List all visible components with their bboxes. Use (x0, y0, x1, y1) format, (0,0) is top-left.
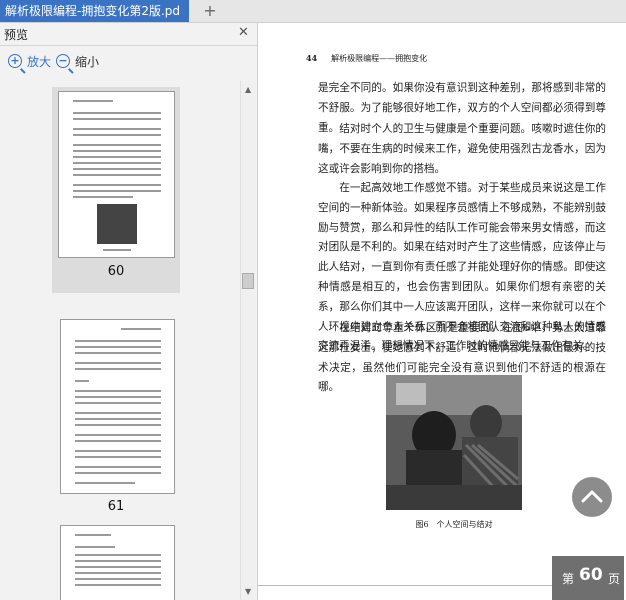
scroll-down-arrow-icon[interactable]: ▼ (245, 587, 251, 596)
body-paragraph: 结对时个人的卫生与健康是个重要问题。咳嗽时遮住你的嘴，不要在生病的时候来工作，避… (318, 123, 606, 175)
thumbnail-text-line (73, 112, 161, 114)
thumbnail-text-line (75, 396, 161, 398)
thumbnail-text-line (73, 134, 161, 136)
zoom-in-label: 放大 (27, 55, 52, 69)
thumbnail-text-line (73, 150, 161, 152)
thumbnail-text-line (73, 168, 161, 170)
thumbnail-text-line (75, 362, 161, 364)
thumbnail-text-line (73, 144, 161, 146)
page-divider (258, 585, 558, 586)
thumbnail-text-line (75, 380, 89, 382)
thumbnail-text-line (75, 466, 161, 468)
close-icon[interactable]: ✕ (238, 25, 249, 40)
document-page: 44 解析极限编程——拥抱变化 是完全不同的。如果你没有意识到这种差别，那将感到非… (258, 23, 626, 600)
preview-panel-header: 预览 ✕ (0, 23, 257, 46)
thumbnail-text-line (73, 118, 161, 120)
thumbnail-text-line (73, 162, 161, 164)
running-head-page-number: 44 (306, 53, 318, 63)
thumbnail-text-line (73, 184, 161, 186)
page-indicator-number: 60 (579, 565, 603, 585)
document-view: 44 解析极限编程——拥抱变化 是完全不同的。如果你没有意识到这种差别，那将感到非… (258, 23, 626, 600)
panel-title: 预览 (4, 28, 29, 42)
thumbnail-text-line (75, 402, 161, 404)
page-indicator-prefix: 第 (562, 572, 575, 586)
thumbnail-text-line (75, 440, 161, 442)
thumbnail-page-number: 60 (107, 264, 125, 279)
thumbnail-text-line (121, 328, 161, 330)
page-indicator: 第 60 页 (552, 556, 624, 600)
chevron-up-icon (581, 490, 603, 503)
thumbnail-text-line (75, 534, 111, 536)
scrollbar-thumb[interactable] (242, 273, 254, 289)
thumbnail-text-line (103, 249, 131, 251)
thumbnail-text-line (73, 190, 161, 192)
thumbnail-text-line (73, 156, 161, 158)
thumbnail-text-line (75, 572, 161, 574)
thumbnail-text-line (75, 418, 161, 420)
thumbnail-photo (97, 204, 137, 244)
figure-caption: 图6 个人空间与结对 (415, 520, 493, 529)
thumbnail-page[interactable] (60, 525, 175, 600)
thumbnail-text-line (75, 434, 161, 436)
figure-photo (386, 375, 522, 510)
tab-bar: 解析极限编程-拥抱变化第2版.pd + (0, 0, 626, 23)
running-head-title: 解析极限编程——拥抱变化 (331, 54, 428, 63)
thumbnail-text-line (75, 424, 161, 426)
thumbnail-page-number: 61 (107, 499, 125, 514)
thumbnail-text-line (73, 100, 113, 102)
thumbnail-text-line (75, 340, 161, 342)
thumbnail-text-line (75, 450, 161, 452)
zoom-out-icon: − (56, 54, 70, 68)
thumbnail-text-line (73, 174, 161, 176)
preview-panel: 预览 ✕ + 放大 − 缩小 60 61 ▲ ▼ (0, 23, 258, 600)
thumbnail-text-line (75, 546, 115, 548)
thumbnail-text-line (75, 578, 161, 580)
zoom-out-label: 缩小 (75, 55, 100, 69)
thumbnail-text-line (75, 472, 161, 474)
scroll-to-top-button[interactable] (572, 477, 612, 517)
thumbnail-text-line (75, 352, 161, 354)
running-head: 44 解析极限编程——拥抱变化 (306, 53, 427, 64)
zoom-in-icon: + (8, 54, 22, 68)
thumbnail-text-line (75, 456, 161, 458)
thumbnail-scrollbar[interactable]: ▲ ▼ (240, 81, 256, 600)
thumbnail-text-line (75, 560, 161, 562)
zoom-controls: + 放大 − 缩小 (0, 50, 257, 74)
thumbnail-text-line (75, 368, 161, 370)
thumbnail-text-line (75, 566, 161, 568)
thumbnail-page[interactable] (60, 319, 175, 494)
zoom-out-button[interactable]: − 缩小 (56, 50, 99, 74)
scroll-up-arrow-icon[interactable]: ▲ (245, 85, 251, 94)
thumbnail-text-line (73, 128, 161, 130)
thumbnail-list: 60 61 (0, 81, 240, 600)
thumbnail-text-line (75, 412, 161, 414)
zoom-in-button[interactable]: + 放大 (8, 50, 51, 74)
document-tab[interactable]: 解析极限编程-拥抱变化第2版.pd (0, 0, 189, 22)
thumbnail-text-line (75, 390, 161, 392)
thumbnail-text-line (73, 196, 133, 198)
tab-title: 解析极限编程-拥抱变化第2版.pd (5, 4, 181, 18)
new-tab-plus-icon[interactable]: + (200, 1, 220, 21)
thumbnail-text-line (75, 554, 161, 556)
page-indicator-suffix: 页 (608, 572, 621, 586)
thumbnail-text-line (75, 482, 135, 484)
thumbnail-page[interactable] (58, 91, 175, 258)
thumbnail-text-line (75, 584, 161, 586)
thumbnail-text-line (75, 346, 161, 348)
